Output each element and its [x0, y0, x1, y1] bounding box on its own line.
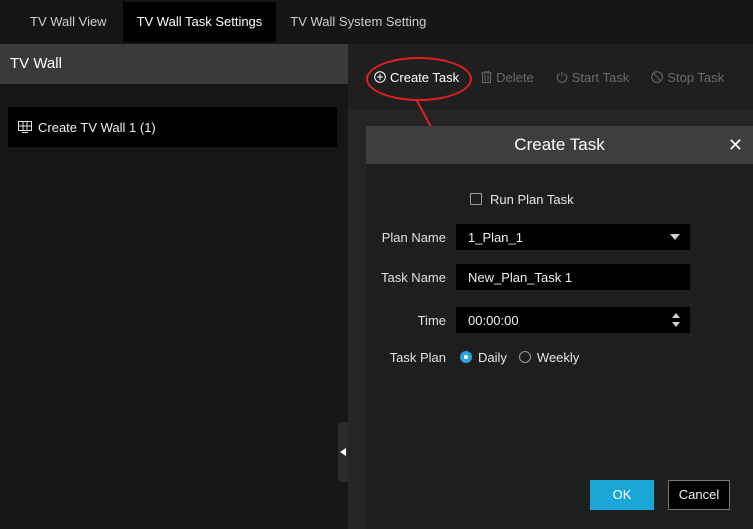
task-name-row: Task Name New_Plan_Task 1: [366, 264, 753, 290]
collapse-panel-handle[interactable]: [338, 422, 348, 482]
dialog-title: Create Task: [514, 135, 605, 154]
task-name-label: Task Name: [380, 269, 446, 285]
chevron-down-icon: [670, 234, 680, 240]
tv-wall-panel-title: TV Wall: [0, 44, 348, 84]
tv-wall-list-item[interactable]: Create TV Wall 1 (1): [8, 107, 337, 147]
stop-task-button[interactable]: Stop Task: [651, 70, 724, 85]
task-plan-label: Task Plan: [389, 349, 446, 365]
time-label: Time: [417, 312, 446, 328]
time-value: 00:00:00: [468, 312, 519, 328]
tv-wall-panel: TV Wall Create TV Wall 1 (1): [0, 44, 348, 529]
run-plan-task-checkbox[interactable]: [470, 193, 482, 205]
tv-wall-icon: [18, 121, 32, 133]
time-input[interactable]: 00:00:00: [456, 307, 690, 333]
annotation-ellipse: [366, 57, 472, 101]
run-plan-task-row: Run Plan Task: [366, 186, 753, 212]
power-icon: [556, 71, 567, 83]
daily-radio[interactable]: [460, 351, 472, 363]
stop-icon: [651, 71, 664, 83]
task-name-input[interactable]: New_Plan_Task 1: [456, 264, 690, 290]
task-plan-row: Task Plan Daily Weekly: [366, 344, 753, 370]
cancel-button[interactable]: Cancel: [668, 480, 730, 510]
plan-name-value: 1_Plan_1: [468, 229, 523, 245]
task-plan-options: Daily Weekly: [456, 350, 579, 365]
top-tab-bar: TV Wall View TV Wall Task Settings TV Wa…: [0, 0, 753, 44]
stop-task-label: Stop Task: [667, 69, 725, 85]
tab-tv-wall-view[interactable]: TV Wall View: [0, 2, 123, 42]
daily-label: Daily: [478, 349, 507, 365]
close-icon[interactable]: ✕: [728, 126, 743, 164]
ok-button[interactable]: OK: [590, 480, 654, 510]
spinner-icon[interactable]: [672, 313, 680, 327]
delete-label: Delete: [496, 69, 534, 85]
tab-tv-wall-task-settings[interactable]: TV Wall Task Settings: [122, 2, 277, 42]
create-task-dialog: Create Task ✕ Run Plan Task Plan Name 1_…: [366, 126, 753, 529]
caret-left-icon: [340, 448, 346, 456]
plan-name-row: Plan Name 1_Plan_1: [366, 224, 753, 250]
plan-name-select[interactable]: 1_Plan_1: [456, 224, 690, 250]
time-row: Time 00:00:00: [366, 307, 753, 333]
weekly-label: Weekly: [536, 349, 580, 365]
trash-icon: [481, 71, 493, 83]
start-task-label: Start Task: [571, 69, 630, 85]
tv-wall-item-label: Create TV Wall 1 (1): [38, 119, 156, 135]
run-plan-task-label: Run Plan Task: [490, 191, 574, 207]
task-name-value: New_Plan_Task 1: [468, 269, 573, 285]
plan-name-label: Plan Name: [381, 229, 446, 245]
tab-tv-wall-system-setting[interactable]: TV Wall System Setting: [276, 2, 440, 42]
dialog-header: Create Task ✕: [366, 126, 753, 164]
start-task-button[interactable]: Start Task: [556, 69, 630, 85]
weekly-radio[interactable]: [518, 351, 531, 363]
delete-button[interactable]: Delete: [481, 70, 534, 85]
